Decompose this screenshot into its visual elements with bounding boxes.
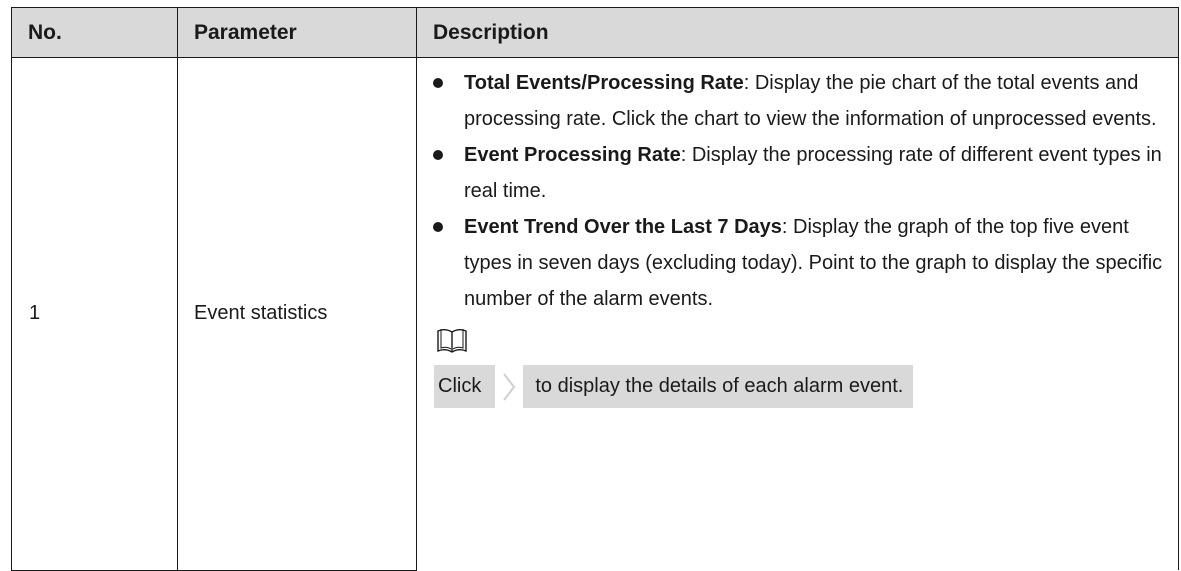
bullet-icon [433,222,443,232]
header-description: Description [416,7,1179,58]
row-number: 1 [11,57,178,571]
chevron-right-icon [495,365,524,408]
row-parameter: Event statistics [177,57,417,571]
table-header-row: No. Parameter Description [11,7,1179,58]
row-description: Total Events/Processing Rate: Display th… [416,57,1179,570]
table-row: 1 Event statistics Total Events/Processi… [11,57,1179,571]
list-item: Event Processing Rate: Display the proce… [417,137,1178,209]
document-page: No. Parameter Description 1 Event statis… [0,0,1181,571]
bullet-term: Total Events/Processing Rate [464,72,744,94]
note-click-label: Click [434,365,496,408]
header-parameter: Parameter [177,7,417,58]
note-block: Click to display the details of each ala… [434,327,1178,408]
book-icon [437,329,467,353]
description-list: Total Events/Processing Rate: Display th… [417,65,1178,317]
list-item: Total Events/Processing Rate: Display th… [417,65,1178,137]
bullet-term: Event Trend Over the Last 7 Days [464,216,782,238]
bullet-icon [433,78,443,88]
header-no: No. [11,7,178,58]
parameter-table: No. Parameter Description 1 Event statis… [11,7,1179,571]
note-instruction: to display the details of each alarm eve… [523,365,914,408]
note-text: Click to display the details of each ala… [434,365,1178,408]
bullet-term: Event Processing Rate [464,144,681,166]
list-item: Event Trend Over the Last 7 Days: Displa… [417,209,1178,317]
bullet-icon [433,150,443,160]
